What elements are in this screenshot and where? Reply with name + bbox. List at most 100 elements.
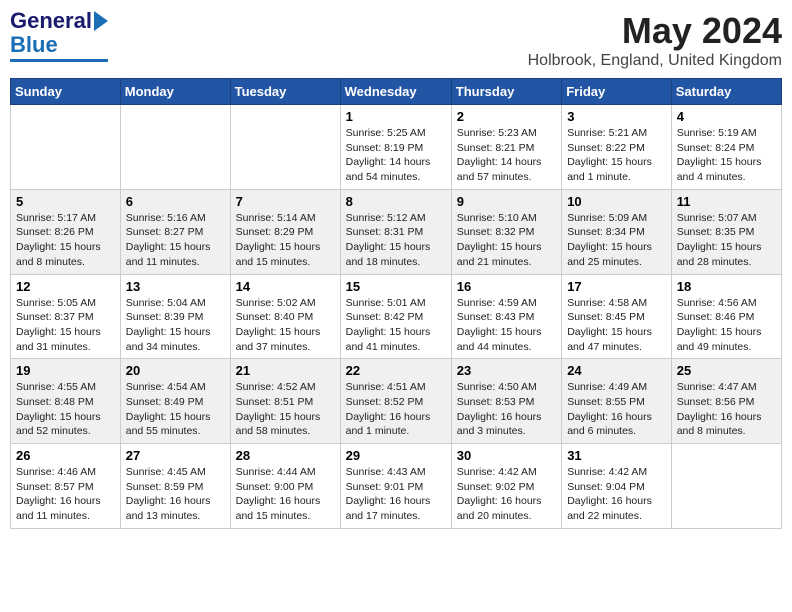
calendar-cell (671, 444, 781, 529)
calendar-cell: 12Sunrise: 5:05 AM Sunset: 8:37 PM Dayli… (11, 274, 121, 359)
day-number: 3 (567, 109, 666, 124)
column-header-friday: Friday (562, 79, 672, 105)
calendar-cell: 7 Sunrise: 5:14 AM Sunset: 8:29 PM Daylig… (230, 189, 340, 274)
header-row: SundayMondayTuesdayWednesdayThursdayFrid… (11, 79, 782, 105)
day-info: Sunrise: 4:58 AM Sunset: 8:45 PM Dayligh… (567, 296, 666, 355)
day-number: 21 (236, 363, 335, 378)
day-info: Sunrise: 5:01 AM Sunset: 8:42 PM Dayligh… (346, 296, 446, 355)
calendar-cell: 26 Sunrise: 4:46 AM Sunset: 8:57 PM Dayli… (11, 444, 121, 529)
calendar-cell: 24Sunrise: 4:49 AM Sunset: 8:55 PM Dayli… (562, 359, 672, 444)
day-number: 31 (567, 448, 666, 463)
day-info: Sunrise: 5:23 AM Sunset: 8:21 PM Dayligh… (457, 126, 556, 185)
calendar-cell: 22Sunrise: 4:51 AM Sunset: 8:52 PM Dayli… (340, 359, 451, 444)
day-number: 16 (457, 279, 556, 294)
calendar-cell: 18 Sunrise: 4:56 AM Sunset: 8:46 PM Dayli… (671, 274, 781, 359)
day-info: Sunrise: 4:46 AM Sunset: 8:57 PM Dayligh… (16, 465, 115, 524)
day-info: Sunrise: 4:52 AM Sunset: 8:51 PM Dayligh… (236, 380, 335, 439)
day-number: 14 (236, 279, 335, 294)
day-info: Sunrise: 4:54 AM Sunset: 8:49 PM Dayligh… (126, 380, 225, 439)
day-info: Sunrise: 5:10 AM Sunset: 8:32 PM Dayligh… (457, 211, 556, 270)
day-number: 20 (126, 363, 225, 378)
calendar-cell: 8 Sunrise: 5:12 AM Sunset: 8:31 PM Daylig… (340, 189, 451, 274)
logo-general: General (10, 10, 92, 32)
calendar-cell: 29Sunrise: 4:43 AM Sunset: 9:01 PM Dayli… (340, 444, 451, 529)
day-number: 6 (126, 194, 225, 209)
calendar-cell: 3 Sunrise: 5:21 AM Sunset: 8:22 PM Daylig… (562, 105, 672, 190)
day-info: Sunrise: 4:47 AM Sunset: 8:56 PM Dayligh… (677, 380, 776, 439)
day-number: 5 (16, 194, 115, 209)
month-title: May 2024 (528, 10, 782, 52)
calendar-cell: 19Sunrise: 4:55 AM Sunset: 8:48 PM Dayli… (11, 359, 121, 444)
day-info: Sunrise: 4:44 AM Sunset: 9:00 PM Dayligh… (236, 465, 335, 524)
column-header-tuesday: Tuesday (230, 79, 340, 105)
day-info: Sunrise: 4:45 AM Sunset: 8:59 PM Dayligh… (126, 465, 225, 524)
day-number: 24 (567, 363, 666, 378)
calendar-cell: 28 Sunrise: 4:44 AM Sunset: 9:00 PM Dayli… (230, 444, 340, 529)
calendar-cell: 17 Sunrise: 4:58 AM Sunset: 8:45 PM Dayli… (562, 274, 672, 359)
day-number: 9 (457, 194, 556, 209)
day-info: Sunrise: 4:59 AM Sunset: 8:43 PM Dayligh… (457, 296, 556, 355)
week-row-4: 19Sunrise: 4:55 AM Sunset: 8:48 PM Dayli… (11, 359, 782, 444)
calendar-cell: 4 Sunrise: 5:19 AM Sunset: 8:24 PM Daylig… (671, 105, 781, 190)
day-info: Sunrise: 4:42 AM Sunset: 9:02 PM Dayligh… (457, 465, 556, 524)
column-header-monday: Monday (120, 79, 230, 105)
day-number: 13 (126, 279, 225, 294)
day-info: Sunrise: 4:51 AM Sunset: 8:52 PM Dayligh… (346, 380, 446, 439)
title-block: May 2024 Holbrook, England, United Kingd… (528, 10, 782, 70)
day-info: Sunrise: 5:21 AM Sunset: 8:22 PM Dayligh… (567, 126, 666, 185)
day-info: Sunrise: 4:50 AM Sunset: 8:53 PM Dayligh… (457, 380, 556, 439)
day-number: 8 (346, 194, 446, 209)
calendar-cell: 25 Sunrise: 4:47 AM Sunset: 8:56 PM Dayli… (671, 359, 781, 444)
day-info: Sunrise: 5:19 AM Sunset: 8:24 PM Dayligh… (677, 126, 776, 185)
day-number: 7 (236, 194, 335, 209)
day-number: 27 (126, 448, 225, 463)
day-info: Sunrise: 5:14 AM Sunset: 8:29 PM Dayligh… (236, 211, 335, 270)
day-info: Sunrise: 5:12 AM Sunset: 8:31 PM Dayligh… (346, 211, 446, 270)
logo-blue: Blue (10, 32, 58, 58)
page-header: General Blue May 2024 Holbrook, England,… (10, 10, 782, 70)
day-number: 10 (567, 194, 666, 209)
column-header-saturday: Saturday (671, 79, 781, 105)
day-number: 1 (346, 109, 446, 124)
column-header-wednesday: Wednesday (340, 79, 451, 105)
calendar-cell: 9 Sunrise: 5:10 AM Sunset: 8:32 PM Daylig… (451, 189, 561, 274)
calendar-cell: 5Sunrise: 5:17 AM Sunset: 8:26 PM Daylig… (11, 189, 121, 274)
calendar-table: SundayMondayTuesdayWednesdayThursdayFrid… (10, 78, 782, 529)
week-row-1: 1 Sunrise: 5:25 AM Sunset: 8:19 PM Daylig… (11, 105, 782, 190)
calendar-cell (230, 105, 340, 190)
day-info: Sunrise: 5:25 AM Sunset: 8:19 PM Dayligh… (346, 126, 446, 185)
day-info: Sunrise: 5:16 AM Sunset: 8:27 PM Dayligh… (126, 211, 225, 270)
calendar-cell: 30Sunrise: 4:42 AM Sunset: 9:02 PM Dayli… (451, 444, 561, 529)
day-number: 26 (16, 448, 115, 463)
logo-underline (10, 59, 108, 62)
logo: General Blue (10, 10, 108, 62)
day-number: 17 (567, 279, 666, 294)
calendar-cell: 2Sunrise: 5:23 AM Sunset: 8:21 PM Daylig… (451, 105, 561, 190)
calendar-cell: 13Sunrise: 5:04 AM Sunset: 8:39 PM Dayli… (120, 274, 230, 359)
day-number: 4 (677, 109, 776, 124)
day-info: Sunrise: 4:56 AM Sunset: 8:46 PM Dayligh… (677, 296, 776, 355)
calendar-cell: 20 Sunrise: 4:54 AM Sunset: 8:49 PM Dayli… (120, 359, 230, 444)
calendar-cell: 23 Sunrise: 4:50 AM Sunset: 8:53 PM Dayli… (451, 359, 561, 444)
day-number: 18 (677, 279, 776, 294)
calendar-cell: 16 Sunrise: 4:59 AM Sunset: 8:43 PM Dayli… (451, 274, 561, 359)
day-number: 12 (16, 279, 115, 294)
day-number: 23 (457, 363, 556, 378)
calendar-cell: 6 Sunrise: 5:16 AM Sunset: 8:27 PM Daylig… (120, 189, 230, 274)
calendar-cell: 27 Sunrise: 4:45 AM Sunset: 8:59 PM Dayli… (120, 444, 230, 529)
day-number: 11 (677, 194, 776, 209)
calendar-cell: 21 Sunrise: 4:52 AM Sunset: 8:51 PM Dayli… (230, 359, 340, 444)
week-row-2: 5Sunrise: 5:17 AM Sunset: 8:26 PM Daylig… (11, 189, 782, 274)
day-number: 25 (677, 363, 776, 378)
calendar-cell: 1 Sunrise: 5:25 AM Sunset: 8:19 PM Daylig… (340, 105, 451, 190)
column-header-thursday: Thursday (451, 79, 561, 105)
calendar-cell: 11 Sunrise: 5:07 AM Sunset: 8:35 PM Dayli… (671, 189, 781, 274)
calendar-cell: 15Sunrise: 5:01 AM Sunset: 8:42 PM Dayli… (340, 274, 451, 359)
day-info: Sunrise: 4:42 AM Sunset: 9:04 PM Dayligh… (567, 465, 666, 524)
day-info: Sunrise: 4:55 AM Sunset: 8:48 PM Dayligh… (16, 380, 115, 439)
week-row-5: 26 Sunrise: 4:46 AM Sunset: 8:57 PM Dayli… (11, 444, 782, 529)
location: Holbrook, England, United Kingdom (528, 52, 782, 70)
day-info: Sunrise: 5:07 AM Sunset: 8:35 PM Dayligh… (677, 211, 776, 270)
logo-arrow-icon (94, 11, 108, 31)
day-number: 28 (236, 448, 335, 463)
